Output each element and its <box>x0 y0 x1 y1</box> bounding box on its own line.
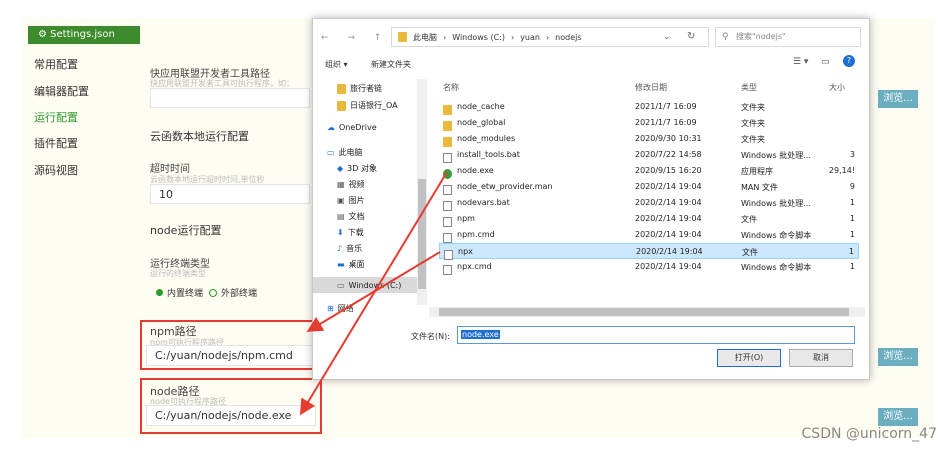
arrow-to-node <box>299 171 448 416</box>
annotation-arrows <box>299 171 448 416</box>
watermark: CSDN @unicorn_47 <box>801 426 937 442</box>
